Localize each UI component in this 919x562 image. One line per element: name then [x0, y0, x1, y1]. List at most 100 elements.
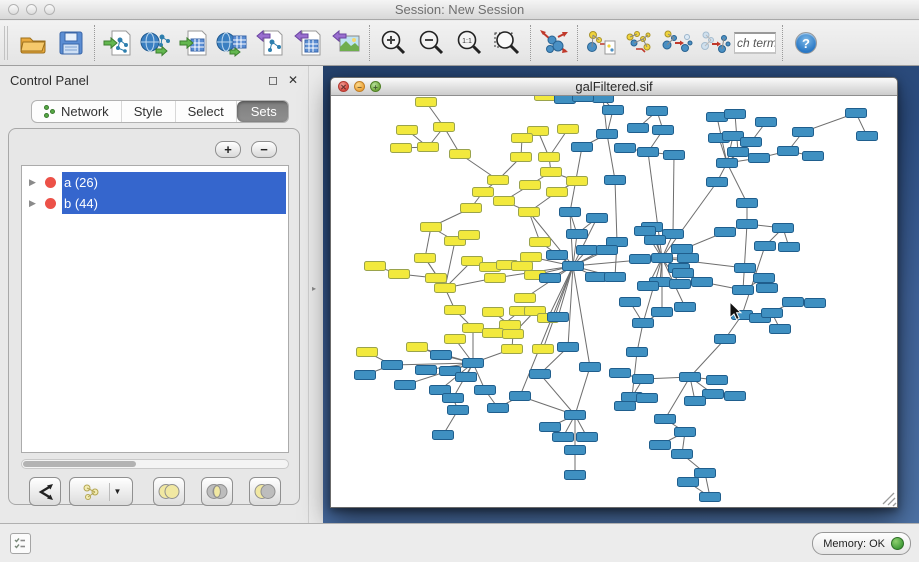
graph-node [539, 153, 560, 162]
tab-network[interactable]: Network [32, 101, 122, 122]
import-network-web-button[interactable] [137, 24, 175, 62]
graph-node [461, 204, 482, 213]
expander-icon[interactable]: ▶ [29, 177, 39, 188]
graph-node [638, 282, 659, 291]
venn-union-icon [157, 483, 181, 500]
select-first-neighbors-button[interactable] [620, 24, 658, 62]
save-floppy-icon [56, 28, 86, 58]
control-panel: Control Panel ◻ ✕ Network Style Select S… [0, 66, 308, 523]
tab-style[interactable]: Style [122, 101, 176, 122]
split-arrows-icon [35, 483, 55, 501]
graph-node [700, 493, 721, 502]
network-window-title: galFiltered.sif [331, 79, 897, 94]
memory-ok-dot-icon [891, 537, 904, 550]
float-panel-icon[interactable]: ◻ [268, 74, 278, 86]
zoom-fit-button[interactable]: 1:1 [450, 24, 488, 62]
graph-node [415, 254, 436, 263]
save-session-button[interactable] [52, 24, 90, 62]
graph-node [717, 159, 738, 168]
import-table-file-button[interactable] [175, 24, 213, 62]
graph-node [628, 124, 649, 133]
graph-node [485, 274, 506, 283]
graph-node [650, 441, 671, 450]
graph-node [673, 269, 694, 278]
network-graph[interactable] [331, 96, 897, 507]
import-network-file-button[interactable] [99, 24, 137, 62]
tab-sets[interactable]: Sets [237, 101, 289, 122]
graph-node [633, 375, 654, 384]
venn-intersection-icon [205, 483, 229, 500]
graph-node [540, 274, 561, 283]
tab-select[interactable]: Select [176, 101, 237, 122]
remove-set-button[interactable]: − [251, 141, 277, 158]
graph-node [725, 392, 746, 401]
horizontal-scrollbar[interactable] [21, 459, 289, 469]
graph-node [645, 236, 666, 245]
control-panel-tabbar: Network Style Select Sets [31, 100, 289, 123]
graph-node [503, 330, 524, 339]
graph-node [397, 126, 418, 135]
new-network-from-selection-button[interactable] [582, 24, 620, 62]
graph-node [593, 96, 614, 103]
set-list-item[interactable]: ▶ b (44) [22, 193, 288, 214]
hide-selected-button[interactable] [658, 24, 696, 62]
graph-node [512, 134, 533, 143]
export-table-button[interactable] [289, 24, 327, 62]
set-union-button[interactable] [153, 477, 185, 506]
graph-node [533, 345, 554, 354]
graph-node [577, 433, 598, 442]
graph-node [473, 188, 494, 197]
zoom-in-button[interactable] [374, 24, 412, 62]
sets-list[interactable]: ▶ a (26) ▶ b (44) [21, 165, 289, 453]
zoom-out-icon [416, 28, 446, 58]
graph-node [434, 123, 455, 132]
graph-node [520, 181, 541, 190]
export-network-button[interactable] [251, 24, 289, 62]
zoom-fit-icon: 1:1 [454, 28, 484, 58]
graph-node [443, 394, 464, 403]
control-panel-header: Control Panel ◻ ✕ [0, 66, 308, 94]
panel-splitter[interactable]: ▸ [308, 66, 323, 523]
graph-node [565, 446, 586, 455]
split-set-button[interactable] [29, 477, 61, 506]
splitter-collapse-icon[interactable]: ▸ [312, 284, 316, 293]
graph-node [355, 371, 376, 380]
set-intersection-button[interactable] [201, 477, 233, 506]
expander-icon[interactable]: ▶ [29, 198, 39, 209]
help-button[interactable]: ? [795, 32, 817, 54]
set-difference-button[interactable] [249, 477, 281, 506]
zoom-out-button[interactable] [412, 24, 450, 62]
search-input[interactable]: ch terms [734, 32, 776, 54]
close-panel-icon[interactable]: ✕ [288, 74, 298, 86]
graph-node [435, 284, 456, 293]
task-history-button[interactable] [10, 533, 31, 554]
graph-node [692, 278, 713, 287]
graph-node [805, 299, 826, 308]
set-list-item[interactable]: ▶ a (26) [22, 172, 288, 193]
zoom-selected-button[interactable] [488, 24, 526, 62]
graph-node [558, 125, 579, 134]
graph-node [530, 370, 551, 379]
open-session-button[interactable] [14, 24, 52, 62]
scrollbar-thumb[interactable] [23, 461, 136, 467]
export-image-button[interactable] [327, 24, 365, 62]
apply-layout-button[interactable] [535, 24, 573, 62]
graph-node [756, 118, 777, 127]
graph-node [357, 348, 378, 357]
network-canvas[interactable] [331, 96, 897, 507]
network-window-titlebar[interactable]: ✕ − + galFiltered.sif [331, 78, 897, 96]
toolbar-drag-handle[interactable] [4, 26, 8, 60]
graph-node [541, 168, 562, 177]
memory-status-button[interactable]: Memory: OK [812, 532, 911, 555]
graph-node [793, 128, 814, 137]
dropdown-caret-icon[interactable]: ▼ [114, 487, 122, 496]
create-set-menu-button[interactable]: ▼ [69, 477, 133, 506]
import-table-web-icon [216, 28, 248, 58]
import-table-web-button[interactable] [213, 24, 251, 62]
show-all-button[interactable] [696, 24, 734, 62]
graph-node [563, 262, 584, 271]
network-window[interactable]: ✕ − + galFiltered.sif [330, 77, 898, 508]
graph-node [547, 251, 568, 260]
tab-sets-label: Sets [251, 104, 277, 119]
add-set-button[interactable]: + [215, 141, 241, 158]
